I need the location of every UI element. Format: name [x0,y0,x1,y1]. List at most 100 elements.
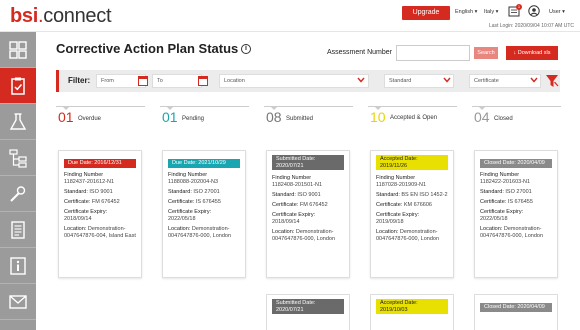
location-label: Location: [64,226,87,232]
finding-card[interactable]: Closed Date: 2020/04/09 [474,294,558,330]
upgrade-button[interactable]: Upgrade [402,6,450,20]
location-field: Location: Demonstration-0047647876-000, … [168,226,240,240]
finding-number-value: 1182408-201501-N1 [272,181,323,188]
finding-card[interactable]: Due Date: 2021/10/29 Finding Number 1188… [162,150,246,278]
certificate-value: FM 676452 [299,201,328,208]
finding-number-label: Finding Number [272,174,312,181]
calendar-icon[interactable] [198,75,208,86]
certificate-expiry-label: Certificate Expiry: [480,209,524,215]
finding-card[interactable]: Closed Date: 2020/04/09 Finding Number 1… [474,150,558,278]
sidebar-item-lab[interactable] [0,104,36,140]
certificate-label: Certificate: [64,199,91,205]
due-date-chip: Due Date: 2016/12/31 [64,159,136,168]
location-field: Location: Demonstration-0047647876-000, … [480,226,552,240]
location-label: Location: [376,228,399,235]
certificate-value: KM 676606 [403,201,432,208]
finding-number-value: 1188088-202004-N3 [168,179,219,185]
clipboard-icon [11,77,25,95]
finding-number-label: Finding Number [168,172,208,178]
region-dropdown[interactable]: Italy ▾ [484,9,498,15]
status-column-submitted: 08 Submitted Submitted Date: 2020/07/21 … [264,106,353,330]
status-label: Pending [182,116,205,122]
standard-value: ISO 9001 [297,191,321,198]
column-header[interactable]: 04 Closed [472,106,561,130]
mail-icon [9,294,27,309]
location-field: Location: Demonstration-0047647876-000, … [272,229,344,243]
to-date-input[interactable]: To [152,74,202,88]
sidebar-item-info[interactable] [0,248,36,284]
finding-card[interactable]: Submitted Date: 2020/07/21 Finding Numbe… [266,150,350,278]
finding-card[interactable]: Submitted Date: 2020/07/21 [266,294,350,330]
filter-funnel-icon[interactable] [545,73,559,89]
finding-card[interactable]: Due Date: 2016/12/31 Finding Number 1182… [58,150,142,278]
certificate-field: Certificate: FM 676452 [272,202,344,209]
column-header[interactable]: 10 Accepted & Open [368,106,457,130]
sidebar-item-action-plans[interactable] [0,68,36,104]
certificate-label: Certificate: [272,201,299,208]
sidebar-item-messages[interactable] [0,284,36,320]
certificate-expiry-value: 2019/09/18 [376,218,404,225]
user-menu-dropdown[interactable]: User ▾ [549,9,565,15]
certificate-field: Certificate: FM 676452 [64,199,136,206]
certificate-field: Certificate: IS 676455 [480,199,552,206]
chevron-down-icon [530,77,538,83]
language-dropdown[interactable]: English ▾ [455,9,477,15]
search-button[interactable]: Search [474,47,498,59]
certificate-label: Certificate: [168,199,195,205]
standard-value: BS EN ISO 1452-2 [401,191,448,198]
assessment-number-input[interactable] [396,45,470,61]
certificate-field: Certificate: IS 676455 [168,199,240,206]
standard-label: Standard: [376,191,400,198]
column-header[interactable]: 08 Submitted [264,106,353,130]
calendar-icon[interactable] [138,75,148,86]
certificate-label: Certificate: [376,201,403,208]
certificate-expiry-value: 2018/09/14 [64,216,92,222]
chevron-down-icon [443,77,451,83]
status-label: Closed [494,116,513,122]
standard-field: Standard: ISO 9001 [64,189,136,196]
dashboard-icon [9,40,27,59]
standard-value: ISO 27001 [193,189,220,195]
certificate-expiry-value: 2022/05/18 [168,216,196,222]
certificate-label: Certificate: [480,199,507,205]
submitted-date-chip: Submitted Date: 2020/07/21 [272,155,344,170]
status-count: 01 [162,109,178,125]
finding-card[interactable]: Accepted Date: 2019/11/26 Finding Number… [370,150,454,278]
page-title: Corrective Action Plan Status [56,41,239,56]
download-xls-button[interactable]: ↓ Download xls [506,46,558,60]
location-select[interactable]: Location [219,74,369,88]
standard-field: Standard: ISO 9001 [272,192,344,199]
location-field: Location: Demonstration-0047647876-004, … [64,226,136,240]
standard-field: Standard: BS EN ISO 1452-2 [376,192,448,199]
submitted-date-chip: Submitted Date: 2020/07/21 [272,299,344,314]
status-column-overdue: 01 Overdue Due Date: 2016/12/31 Finding … [56,106,145,278]
sidebar-item-tools[interactable] [0,176,36,212]
column-header[interactable]: 01 Overdue [56,106,145,130]
info-icon[interactable]: i [241,44,251,54]
top-bar: bsi.connect Upgrade English ▾ Italy ▾ 1 … [0,0,580,32]
finding-card[interactable]: Accepted Date: 2019/10/03 [370,294,454,330]
certificate-expiry-value: 2018/09/14 [272,218,300,225]
finding-number-label: Finding Number [480,172,520,178]
filter-label: Filter: [68,76,91,85]
logo-connect-text: connect [43,5,112,27]
column-header[interactable]: 01 Pending [160,106,249,130]
certificate-expiry-label: Certificate Expiry: [64,209,108,215]
status-count: 01 [58,109,74,125]
location-label: Location: [272,228,295,235]
user-avatar-icon[interactable] [527,5,541,17]
info-icon [10,256,26,275]
bsi-connect-logo[interactable]: bsi.connect [10,5,112,28]
finding-number-value: 1182422-201603-N1 [480,179,531,185]
certificate-expiry-label: Certificate Expiry: [376,211,420,218]
sidebar-item-dashboard[interactable] [0,32,36,68]
accepted-date-chip: Accepted Date: 2019/10/03 [376,299,448,314]
standard-label: Standard: [168,189,192,195]
sidebar-item-organization[interactable] [0,140,36,176]
due-date-chip: Due Date: 2021/10/29 [168,159,240,168]
sidebar-item-documents[interactable] [0,212,36,248]
logo-bsi-text: bsi [10,5,38,27]
flask-icon [9,112,27,130]
org-chart-icon [9,148,27,168]
standard-field: Standard: ISO 27001 [168,189,240,196]
